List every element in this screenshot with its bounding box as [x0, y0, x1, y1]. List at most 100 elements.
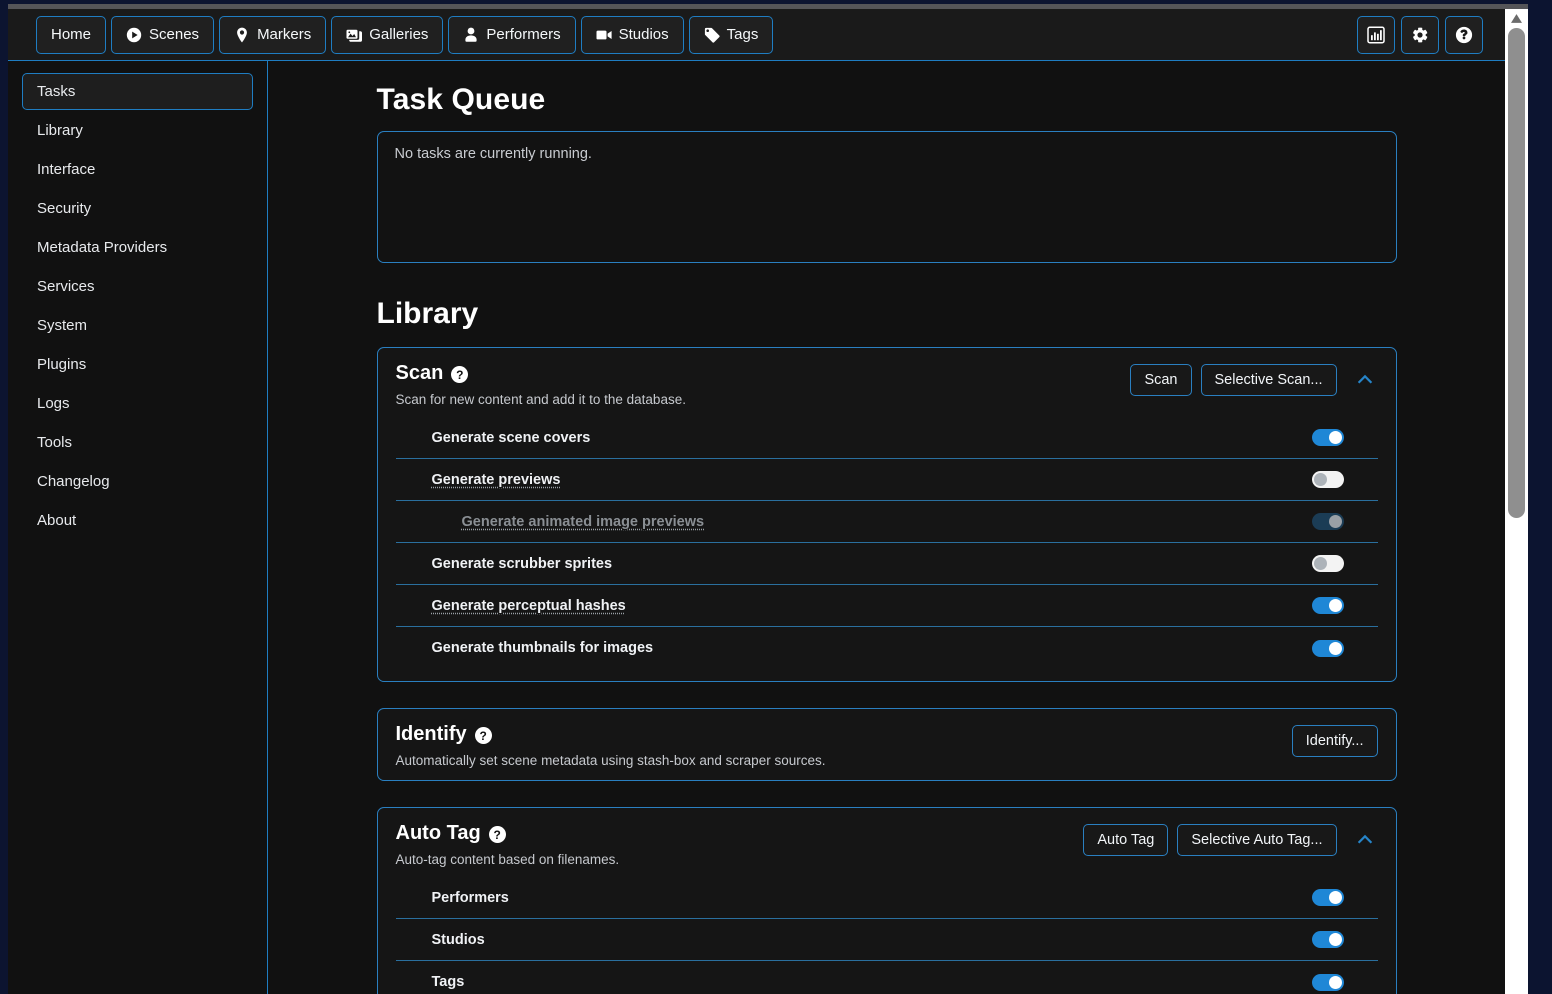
sidebar-item-plugins[interactable]: Plugins: [22, 346, 253, 383]
play-circle-icon: [126, 27, 142, 43]
identify-description: Automatically set scene metadata using s…: [395, 753, 826, 768]
stats-chart-icon: [1367, 25, 1385, 44]
sidebar-item-label: Logs: [37, 395, 70, 412]
nav-button-tags[interactable]: Tags: [688, 15, 774, 54]
gear-icon: [1411, 26, 1429, 44]
sidebar-item-label: System: [37, 317, 88, 334]
auto-tag-card: Auto Tag ? Auto-tag content based on fil…: [376, 807, 1397, 994]
sidebar-item-label: Metadata Providers: [37, 239, 168, 256]
sidebar-item-services[interactable]: Services: [22, 268, 253, 305]
toggle-switch[interactable]: [1311, 889, 1344, 906]
sidebar-item-tools[interactable]: Tools: [22, 424, 253, 461]
toggle-knob: [1328, 933, 1342, 946]
sidebar-item-library[interactable]: Library: [22, 112, 253, 149]
settings-main-content: Task Queue No tasks are currently runnin…: [268, 61, 1505, 994]
toggle-label: Generate scene covers: [431, 429, 591, 446]
nav-button-studios[interactable]: Studios: [580, 15, 684, 54]
sidebar-item-changelog[interactable]: Changelog: [22, 463, 253, 500]
toggle-row: Generate perceptual hashes: [395, 585, 1378, 627]
sidebar-item-label: Library: [37, 122, 83, 139]
sidebar-item-label: Tasks: [37, 83, 76, 100]
help-circle-button[interactable]: [1445, 15, 1483, 54]
scrollbar-up-arrow-icon[interactable]: [1505, 9, 1528, 27]
toggle-knob: [1328, 515, 1342, 528]
identify-card-actions: Identify...: [1291, 723, 1378, 757]
identify-card: Identify ? Automatically set scene metad…: [376, 708, 1397, 781]
sidebar-item-metadata-providers[interactable]: Metadata Providers: [22, 229, 253, 266]
browser-window: Home Scenes Markers Galleries Performers Stud…: [8, 4, 1528, 994]
toggle-switch[interactable]: [1311, 429, 1344, 446]
selective-auto-tag-button[interactable]: Selective Auto Tag...: [1177, 824, 1337, 856]
toggle-switch[interactable]: [1311, 639, 1344, 657]
sidebar-item-security[interactable]: Security: [22, 190, 253, 227]
sidebar-item-label: Plugins: [37, 356, 87, 373]
identify-button[interactable]: Identify...: [1291, 725, 1378, 757]
toggle-row: Generate previews: [395, 459, 1378, 501]
gear-button[interactable]: [1401, 15, 1439, 54]
nav-button-home[interactable]: Home: [36, 15, 107, 54]
scrollbar-thumb[interactable]: [1508, 28, 1525, 518]
page-scrollbar[interactable]: [1505, 9, 1528, 994]
nav-button-galleries[interactable]: Galleries: [331, 15, 444, 54]
scan-card-actions: Scan Selective Scan...: [1130, 362, 1377, 396]
scan-title: Scan: [395, 362, 444, 384]
nav-button-label: Markers: [257, 26, 312, 43]
nav-button-performers[interactable]: Performers: [448, 15, 576, 54]
scan-card-title-row: Scan ?: [396, 362, 1131, 385]
scan-card: Scan ? Scan for new content and add it t…: [376, 347, 1397, 682]
sidebar-item-label: Security: [37, 200, 92, 217]
toggle-row: Tags: [396, 961, 1378, 994]
auto-tag-help-icon[interactable]: ?: [488, 826, 506, 843]
sidebar-item-tasks[interactable]: Tasks: [22, 73, 253, 110]
stats-chart-button[interactable]: [1357, 15, 1395, 54]
auto-tag-button[interactable]: Auto Tag: [1083, 824, 1169, 856]
sidebar-item-interface[interactable]: Interface: [22, 151, 253, 188]
task-queue-panel: No tasks are currently running.: [376, 131, 1397, 263]
chevron-up-icon: [1357, 834, 1372, 844]
toggle-switch[interactable]: [1311, 931, 1344, 948]
identify-card-title-row: Identify ?: [396, 723, 1292, 746]
navbar-utility-icons: [1357, 15, 1493, 54]
nav-button-label: Tags: [726, 26, 759, 43]
map-pin-icon: [234, 27, 250, 43]
selective-scan-button[interactable]: Selective Scan...: [1200, 364, 1337, 396]
toggle-row: Generate thumbnails for images: [396, 627, 1378, 669]
auto-tag-collapse-toggle[interactable]: [1346, 825, 1378, 855]
toggle-label: Generate previews: [431, 471, 561, 488]
toggle-switch[interactable]: [1311, 555, 1344, 572]
toggle-switch[interactable]: [1311, 973, 1344, 991]
sidebar-item-system[interactable]: System: [22, 307, 253, 344]
sidebar-item-label: Interface: [37, 161, 96, 178]
navbar-links: Home Scenes Markers Galleries Performers Stud…: [36, 15, 774, 54]
library-heading: Library: [376, 297, 479, 330]
main-navbar: Home Scenes Markers Galleries Performers Stud…: [8, 9, 1505, 61]
auto-tag-card-actions: Auto Tag Selective Auto Tag...: [1083, 822, 1377, 856]
toggle-label: Generate perceptual hashes: [431, 597, 626, 614]
toggle-switch[interactable]: [1311, 471, 1344, 488]
toggle-row: Studios: [395, 919, 1378, 961]
help-circle-icon: [1455, 26, 1473, 44]
images-icon: [346, 27, 363, 43]
nav-button-label: Scenes: [149, 26, 200, 43]
identify-help-icon[interactable]: ?: [474, 727, 492, 744]
sidebar-item-label: Services: [37, 278, 95, 295]
nav-button-label: Galleries: [369, 26, 429, 43]
tag-icon: [704, 27, 720, 43]
auto-tag-description: Auto-tag content based on filenames.: [395, 852, 620, 867]
nav-button-label: Home: [51, 26, 92, 43]
toggle-knob: [1328, 599, 1342, 612]
nav-button-markers[interactable]: Markers: [219, 15, 327, 54]
nav-button-scenes[interactable]: Scenes: [111, 15, 215, 54]
page-body: Tasks Library Interface Security Metadata Pr…: [8, 61, 1505, 994]
nav-button-label: Performers: [486, 26, 561, 43]
sidebar-item-logs[interactable]: Logs: [22, 385, 253, 422]
auto-tag-card-title-row: Auto Tag ?: [396, 822, 1084, 845]
video-camera-icon: [596, 27, 612, 43]
nav-button-label: Studios: [618, 26, 669, 43]
toggle-row: Performers: [395, 877, 1378, 919]
scan-help-icon[interactable]: ?: [451, 366, 469, 383]
toggle-switch[interactable]: [1311, 597, 1344, 614]
scan-collapse-toggle[interactable]: [1346, 365, 1378, 395]
sidebar-item-about[interactable]: About: [22, 502, 253, 539]
scan-button[interactable]: Scan: [1130, 364, 1192, 396]
